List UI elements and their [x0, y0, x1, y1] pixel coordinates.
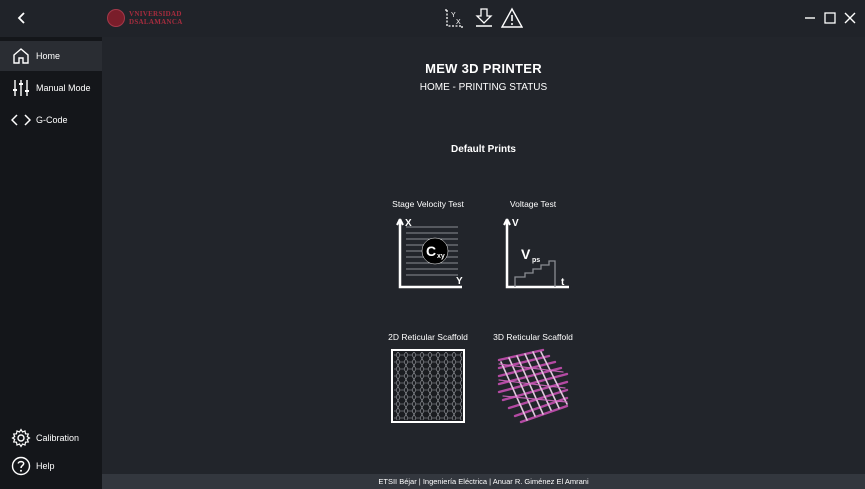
- scaffold-2d-icon: [391, 349, 465, 423]
- gear-icon: [10, 427, 32, 449]
- print-3d-reticular-scaffold[interactable]: 3D Reticular Scaffold: [483, 332, 583, 424]
- help-icon: [10, 455, 32, 477]
- axis-reset-button[interactable]: Y X: [442, 6, 466, 30]
- maximize-button[interactable]: [822, 10, 838, 26]
- print-label: Voltage Test: [509, 199, 557, 209]
- badge-text: V: [521, 246, 531, 262]
- warning-button[interactable]: [500, 6, 524, 30]
- sidebar-item-g-code[interactable]: G-Code: [0, 105, 102, 135]
- minimize-icon: [805, 17, 815, 19]
- university-logo: VNIVERSIDAD DSALAMANCA: [107, 8, 183, 28]
- sidebar: Home Manual Mode G-Code Calibration Help: [0, 37, 102, 489]
- print-voltage-test[interactable]: Voltage Test V ps V t: [483, 199, 583, 295]
- stage-velocity-icon: C xy X Y: [396, 218, 463, 289]
- print-label: 3D Reticular Scaffold: [493, 332, 573, 342]
- sidebar-item-label: Calibration: [36, 433, 80, 443]
- svg-text:X: X: [456, 19, 461, 26]
- sidebar-item-label: G-Code: [36, 115, 68, 125]
- main-content: MEW 3D PRINTER HOME - PRINTING STATUS De…: [102, 37, 865, 474]
- chevron-left-icon: [17, 12, 25, 24]
- page-subtitle: HOME - PRINTING STATUS: [419, 82, 548, 93]
- maximize-icon: [824, 12, 836, 24]
- sidebar-item-label: Manual Mode: [36, 83, 91, 93]
- minimize-button[interactable]: [802, 10, 818, 26]
- back-button[interactable]: [10, 6, 34, 30]
- axis-label-x: Y: [456, 276, 463, 287]
- section-title: Default Prints: [450, 144, 516, 155]
- svg-text:Y: Y: [451, 12, 456, 19]
- download-button[interactable]: [472, 6, 496, 30]
- title-bar: VNIVERSIDAD DSALAMANCA Y X: [0, 0, 865, 37]
- print-2d-reticular-scaffold[interactable]: 2D Reticular Scaffold: [378, 332, 478, 424]
- voltage-test-icon: V ps V t: [503, 218, 569, 289]
- footer-text: ETSII Béjar | Ingeniería Eléctrica | Anu…: [378, 477, 589, 486]
- sidebar-item-home[interactable]: Home: [0, 41, 102, 71]
- print-stage-velocity-test[interactable]: Stage Velocity Test C xy X Y: [378, 199, 478, 295]
- sidebar-item-label: Help: [36, 461, 55, 471]
- axis-reset-icon: Y X: [445, 9, 463, 28]
- page-title: MEW 3D PRINTER: [425, 61, 542, 76]
- warning-icon: [501, 7, 523, 28]
- university-seal-icon: [107, 9, 125, 27]
- badge-text: C: [426, 243, 436, 259]
- close-button[interactable]: [842, 10, 858, 26]
- logo-text-line1: VNIVERSIDAD: [129, 10, 182, 18]
- sliders-icon: [10, 77, 32, 99]
- sidebar-item-help[interactable]: Help: [0, 451, 102, 481]
- print-label: Stage Velocity Test: [392, 199, 464, 209]
- download-icon: [475, 8, 493, 27]
- code-icon: [10, 109, 32, 131]
- axis-label-y: X: [405, 218, 412, 229]
- close-icon: [844, 12, 856, 24]
- home-icon: [10, 45, 32, 67]
- print-label: 2D Reticular Scaffold: [388, 332, 468, 342]
- scaffold-3d-icon: [497, 348, 569, 424]
- sidebar-item-calibration[interactable]: Calibration: [0, 423, 102, 453]
- footer: ETSII Béjar | Ingeniería Eléctrica | Anu…: [102, 474, 865, 489]
- axis-label-y: V: [512, 218, 519, 229]
- sidebar-item-manual-mode[interactable]: Manual Mode: [0, 73, 102, 103]
- sidebar-item-label: Home: [36, 51, 61, 61]
- badge-subscript: xy: [437, 253, 445, 260]
- badge-subscript: ps: [532, 257, 540, 264]
- logo-text-line2: DSALAMANCA: [129, 18, 183, 26]
